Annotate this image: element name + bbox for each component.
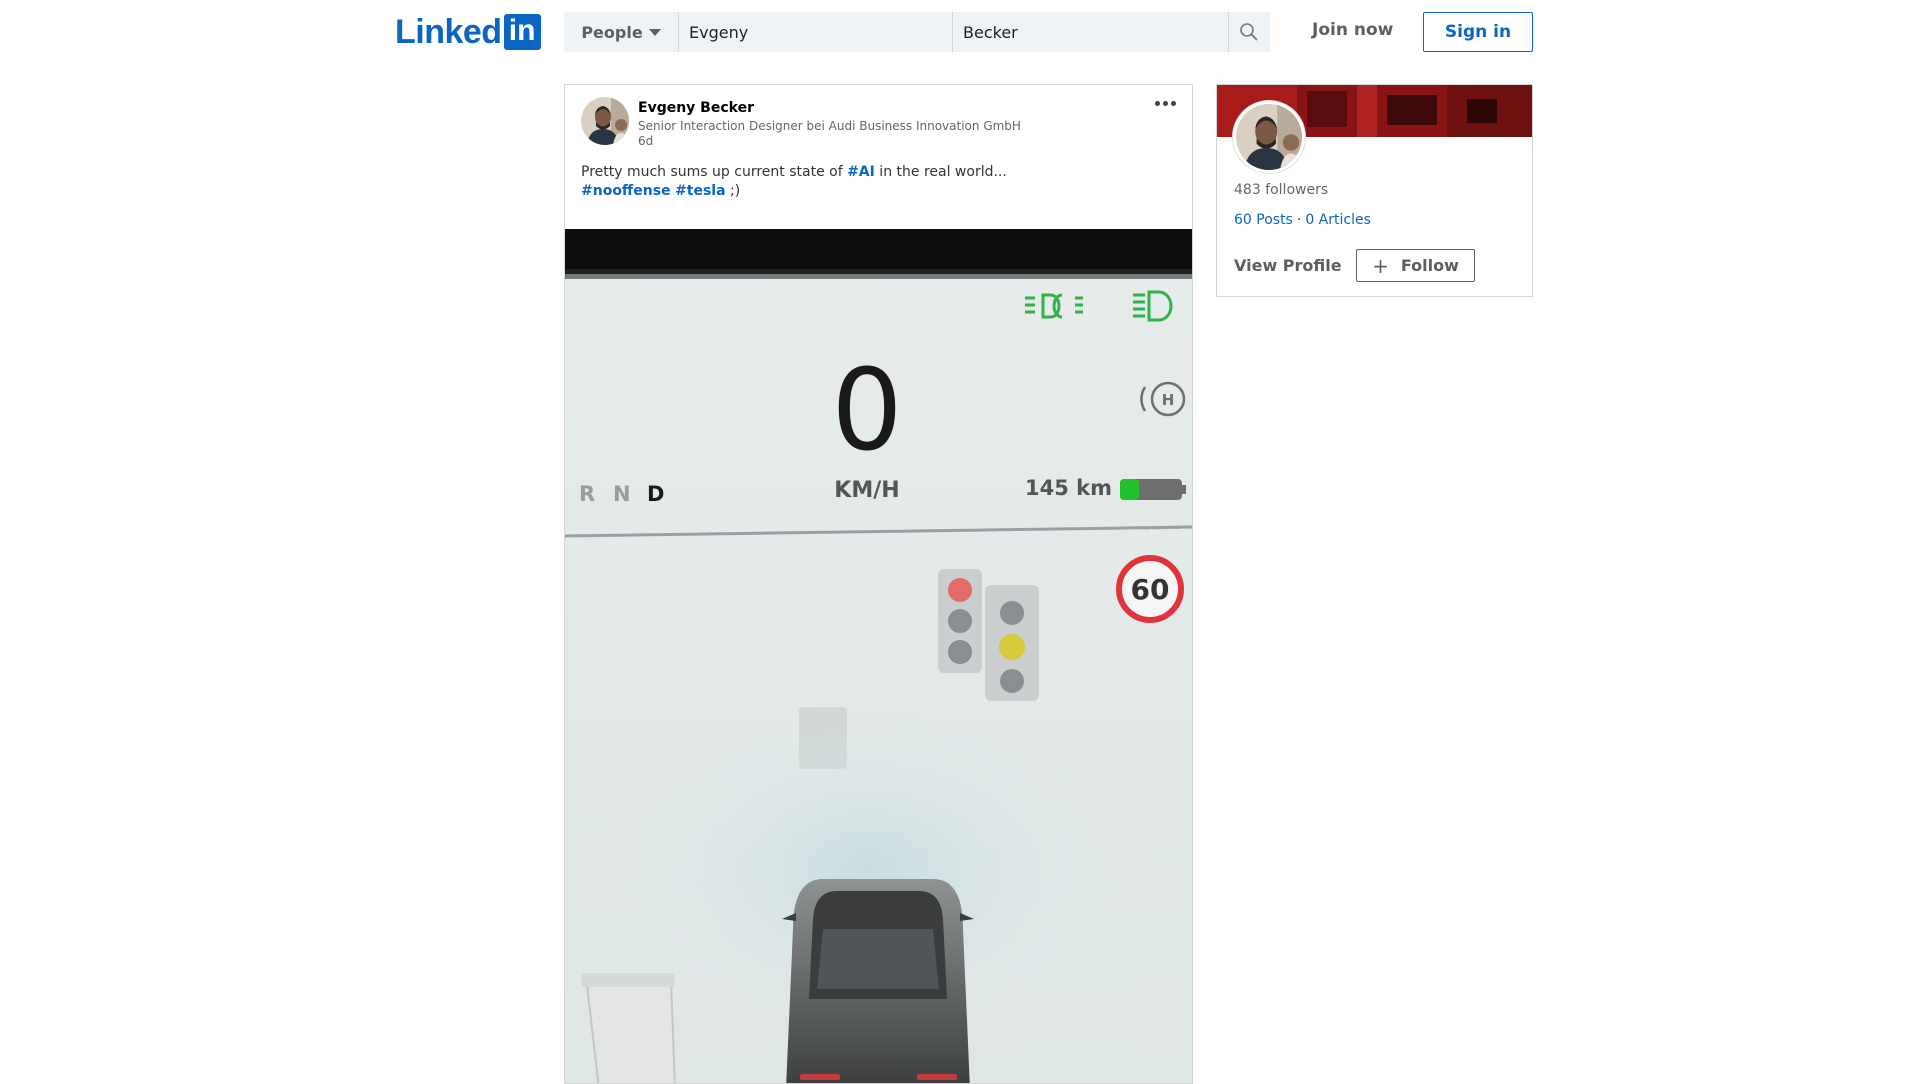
follow-label: Follow — [1400, 256, 1459, 275]
speed-unit: KM/H — [834, 478, 899, 503]
range-readout: 145 km — [1025, 476, 1112, 500]
search-bar: People — [564, 12, 1270, 52]
speed-value: 0 — [831, 346, 902, 476]
caret-down-icon — [648, 28, 661, 36]
speed-limit-sign: 60 — [1116, 555, 1184, 623]
post-text-part: ;) — [725, 183, 741, 199]
hashtag-ai[interactable]: #AI — [847, 164, 875, 180]
articles-link[interactable]: 0 Articles — [1305, 212, 1371, 228]
logo-in-box: in — [503, 14, 541, 50]
profile-card: 483 followers 60 Posts · 0 Articles View P… — [1216, 84, 1533, 297]
search-icon — [1240, 23, 1258, 41]
search-button[interactable] — [1229, 12, 1269, 52]
more-options-button[interactable] — [1150, 95, 1180, 111]
followers-count: 483 followers — [1234, 182, 1329, 198]
sign-in-button[interactable]: Sign in — [1423, 12, 1533, 52]
search-type-label: People — [581, 22, 643, 42]
plus-icon: + — [1372, 253, 1389, 278]
dot-icon — [1170, 100, 1176, 106]
post-media-image[interactable]: H 0 KM/H R N D 145 km 60 — [565, 229, 1193, 1084]
posts-link[interactable]: 60 Posts — [1234, 212, 1293, 228]
logo-wordmark: Linked — [395, 13, 502, 51]
post-text-part: in the real world... — [874, 164, 1007, 180]
post-card: Evgeny Becker Senior Interaction Designe… — [564, 84, 1193, 1084]
view-profile-link[interactable]: View Profile — [1234, 256, 1342, 275]
gear-d: D — [647, 482, 664, 506]
battery-fill — [1120, 479, 1139, 500]
svg-text:H: H — [1162, 391, 1175, 409]
follow-button[interactable]: + Follow — [1356, 249, 1475, 282]
last-name-input[interactable] — [953, 12, 1229, 52]
battery-tip — [1182, 485, 1186, 494]
author-avatar[interactable] — [581, 97, 629, 145]
linkedin-logo[interactable]: Linked in — [395, 14, 541, 50]
author-name[interactable]: Evgeny Becker — [638, 100, 754, 116]
hashtag-nooffense[interactable]: #nooffense — [581, 183, 671, 199]
profile-stats: 60 Posts · 0 Articles — [1234, 212, 1371, 228]
dot-icon — [1162, 100, 1168, 106]
hashtag-tesla[interactable]: #tesla — [675, 183, 726, 199]
top-nav: Linked in People Join now Sign in — [0, 0, 1920, 64]
author-headline: Senior Interaction Designer bei Audi Bus… — [638, 119, 1021, 133]
speed-limit-value: 60 — [1131, 573, 1170, 606]
join-now-link[interactable]: Join now — [1312, 20, 1393, 40]
traffic-light-left — [938, 569, 982, 673]
dot-icon — [1154, 100, 1160, 106]
stats-separator: · — [1296, 212, 1302, 228]
first-name-input[interactable] — [679, 12, 953, 52]
gear-n: N — [613, 482, 631, 506]
car-model — [782, 879, 974, 1083]
profile-avatar[interactable] — [1233, 101, 1305, 173]
search-type-dropdown[interactable]: People — [564, 12, 679, 52]
traffic-light-right — [985, 585, 1039, 701]
post-text: Pretty much sums up current state of #AI… — [581, 163, 1171, 201]
gear-r: R — [579, 482, 595, 506]
post-text-part: Pretty much sums up current state of — [581, 164, 848, 180]
post-timestamp: 6d — [638, 134, 654, 148]
